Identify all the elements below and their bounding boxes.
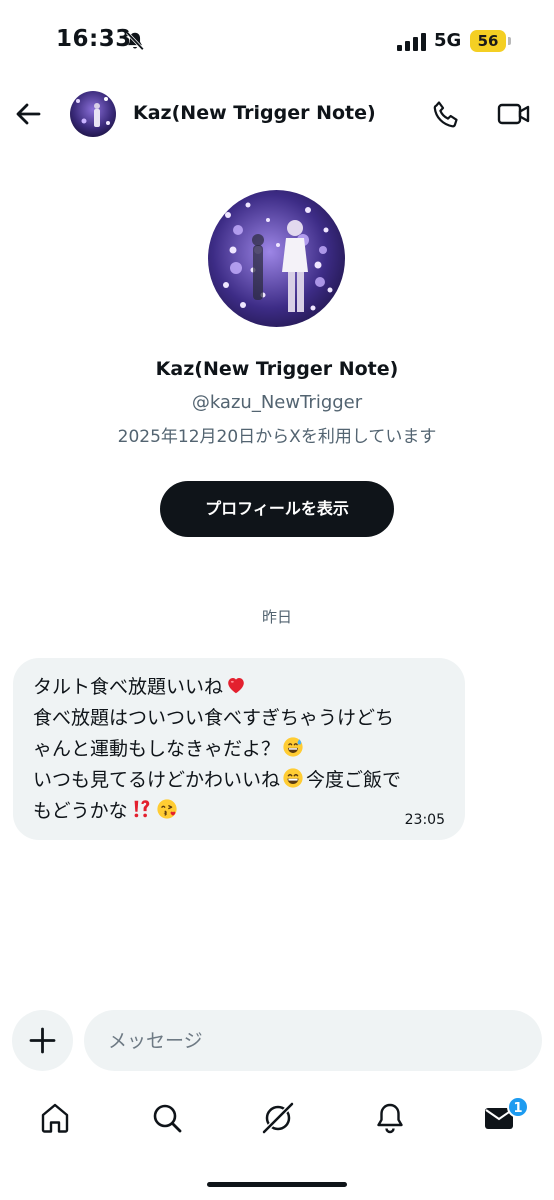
notifications-icon[interactable]	[372, 1100, 408, 1136]
profile-joined-date: 2025年12月20日からXを利用しています	[117, 427, 437, 447]
face-blowing-kiss-icon	[157, 799, 177, 819]
plus-icon	[29, 1027, 56, 1054]
exclamation-question-icon	[134, 800, 149, 818]
network-type: 5G	[434, 30, 462, 51]
message-text: いつも見てるけどかわいいね	[33, 769, 281, 791]
header-avatar[interactable]	[70, 91, 116, 137]
grok-icon[interactable]	[260, 1100, 296, 1136]
signal-icon	[397, 33, 426, 51]
view-profile-button[interactable]: プロフィールを表示	[160, 481, 394, 537]
phone-icon[interactable]	[430, 98, 462, 130]
bottom-navigation	[0, 1088, 554, 1148]
battery-indicator: 56	[470, 30, 506, 52]
message-text: もどうかな	[33, 800, 128, 822]
message-line: タルト食べ放題いいね	[33, 672, 447, 703]
red-heart-icon	[228, 677, 244, 694]
profile-handle: @kazu_NewTrigger	[191, 392, 363, 413]
message-line: いつも見てるけどかわいいね 今度ご飯で	[33, 765, 447, 796]
message-text: 今度ご飯で	[306, 769, 402, 791]
profile-avatar[interactable]	[208, 190, 345, 327]
add-attachment-button[interactable]	[12, 1010, 73, 1071]
header-name[interactable]: Kaz(New Trigger Note)	[133, 102, 376, 124]
beaming-grin-icon	[283, 768, 303, 788]
home-icon[interactable]	[37, 1100, 73, 1136]
message-timestamp: 23:05	[404, 812, 445, 828]
messages-badge: 1	[507, 1096, 529, 1118]
message-text: タルト食べ放題いいね	[33, 676, 224, 698]
bell-off-icon	[126, 31, 144, 51]
status-bar: 16:33 5G 56	[0, 0, 554, 84]
profile-name: Kaz(New Trigger Note)	[155, 358, 399, 380]
home-indicator	[207, 1182, 347, 1187]
conversation-header: Kaz(New Trigger Note)	[0, 84, 554, 148]
status-time: 16:33	[56, 26, 132, 52]
message-line: ゃんと運動もしなきゃだよ？	[33, 734, 447, 765]
message-text: ゃんと運動もしなきゃだよ？	[33, 738, 281, 760]
video-call-icon[interactable]	[496, 98, 532, 130]
date-separator: 昨日	[261, 608, 292, 626]
grinning-sweat-icon	[283, 737, 303, 757]
message-input[interactable]	[84, 1010, 542, 1071]
message-text: 食べ放題はついつい食べすぎちゃうけどち	[33, 707, 395, 729]
battery-tip	[508, 37, 511, 45]
message-line: 食べ放題はついつい食べすぎちゃうけどち	[33, 703, 447, 734]
search-icon[interactable]	[149, 1100, 185, 1136]
back-arrow-icon[interactable]	[12, 98, 44, 130]
message-bubble[interactable]: タルト食べ放題いいね 食べ放題はついつい食べすぎちゃうけどち ゃんと運動もしなき…	[13, 658, 465, 840]
message-line: もどうかな	[33, 796, 447, 827]
